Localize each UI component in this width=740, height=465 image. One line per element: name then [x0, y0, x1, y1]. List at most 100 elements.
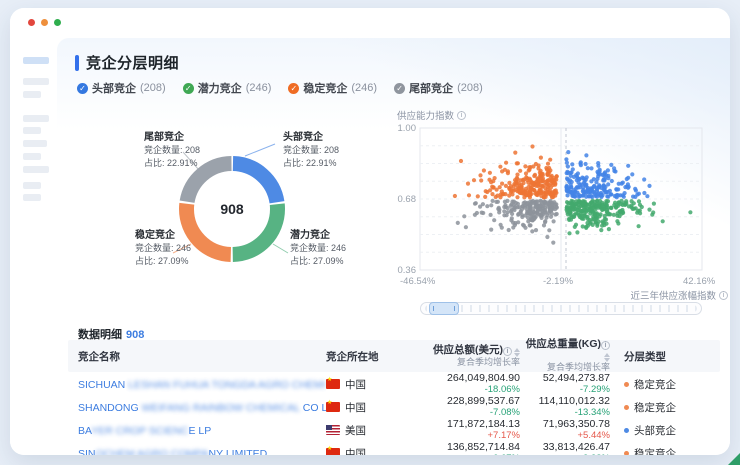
x-tick-min: -46.54%: [400, 276, 435, 287]
tier-dot-icon: [624, 382, 629, 387]
supply-scatter-chart[interactable]: 供应能力指数i 1.00 0.68 0.36 -46.54% -2.19% 42…: [395, 108, 730, 322]
sidebar-item[interactable]: [23, 127, 41, 134]
company-link[interactable]: SHANDONG WEIFANG RAINBOW CHEMICAL CO LTD: [78, 402, 326, 414]
check-circle-icon: ✓: [288, 83, 299, 94]
legend-item-2[interactable]: ✓潜力竞企(246): [183, 80, 272, 96]
company-location: 中国: [326, 375, 416, 393]
scatter-series-稳定竞企: [453, 144, 559, 199]
svg-text:竞企数量: 208: 竞企数量: 208: [283, 144, 339, 155]
sidebar-item[interactable]: [23, 166, 49, 173]
svg-text:竞企数量: 246: 竞企数量: 246: [135, 242, 191, 253]
country-flag-icon: [326, 448, 340, 456]
title-accent-bar: [75, 55, 79, 71]
donut-label-尾部竞企: 尾部竞企竞企数量: 208占比: 22.91%: [144, 130, 200, 168]
redacted-name-segment: YER CROP SCIENC: [91, 425, 188, 437]
donut-label-稳定竞企: 稳定竞企竞企数量: 246 占比: 27.09%: [135, 228, 191, 266]
legend-item-1[interactable]: ✓ 头部竞企 (208): [77, 80, 166, 96]
slider-selected-range[interactable]: [429, 302, 459, 315]
detail-table: 竞企名称 竞企所在地 供应总额(美元)i 复合季均增长率 供应总重量(KG)i …: [68, 340, 720, 455]
table-row: SICHUAN LESHAN FUHUA TONGDA AGRO CHEMIOG…: [68, 372, 720, 395]
tier-legend: ✓头部竞企(208)✓潜力竞企(246)✓稳定竞企(246)✓尾部竞企(208): [77, 80, 483, 96]
svg-text:占比: 27.09%: 占比: 27.09%: [135, 255, 189, 266]
sidebar-item-active[interactable]: [23, 57, 49, 64]
legend-label: 头部竞企: [92, 80, 136, 96]
svg-text:占比: 22.91%: 占比: 22.91%: [283, 157, 337, 168]
maximize-window-button[interactable]: [54, 19, 61, 26]
supply-amount-cell: 171,872,184.13+7.17%: [416, 419, 520, 440]
x-tick-max: 42.16%: [683, 276, 715, 287]
company-location: 中国: [326, 398, 416, 416]
sidebar-item[interactable]: [23, 182, 41, 189]
scatter-x-axis-title: 近三年供应涨幅指数i: [630, 288, 728, 302]
donut-label-潜力竞企: 潜力竞企竞企数量: 246占比: 27.09%: [290, 228, 346, 266]
country-flag-icon: [326, 402, 340, 412]
tier-dot-icon: [624, 405, 629, 410]
tier-type-cell: 稳定竞企: [610, 444, 720, 456]
col-header-tier-type: 分层类型: [610, 349, 720, 364]
supply-weight-cell: 52,494,273.87-7.29%: [520, 373, 610, 394]
info-icon[interactable]: i: [601, 341, 610, 350]
supply-amount-cell: 228,899,537.67-7.08%: [416, 396, 520, 417]
table-row: SINOCHEM AGRO COMPANY LIMITED 中国136,852,7…: [68, 441, 720, 455]
legend-item-3[interactable]: ✓稳定竞企(246): [288, 80, 377, 96]
info-icon[interactable]: i: [457, 111, 466, 120]
info-icon[interactable]: i: [719, 291, 728, 300]
tier-donut-chart[interactable]: 908头部竞企竞企数量: 208占比: 22.91%潜力竞企竞企数量: 246占…: [105, 120, 395, 290]
legend-count: (246): [351, 82, 377, 94]
tier-dot-icon: [624, 428, 629, 433]
sidebar-item[interactable]: [23, 153, 41, 160]
col-header-supply-amount: 供应总额(美元)i 复合季均增长率: [416, 345, 520, 368]
svg-text:占比: 22.91%: 占比: 22.91%: [144, 157, 198, 168]
svg-text:潜力竞企: 潜力竞企: [290, 228, 331, 241]
close-window-button[interactable]: [28, 19, 35, 26]
legend-label: 尾部竞企: [409, 80, 453, 96]
svg-text:稳定竞企: 稳定竞企: [135, 228, 176, 241]
legend-label: 潜力竞企: [198, 80, 242, 96]
y-tick-min: 0.36: [395, 265, 416, 276]
company-link[interactable]: SINOCHEM AGRO COMPANY LIMITED: [78, 448, 267, 456]
info-icon[interactable]: i: [503, 347, 512, 356]
supply-weight-cell: 33,813,426.47-2.38%: [520, 442, 610, 455]
tier-type-cell: 稳定竞企: [610, 398, 720, 416]
sidebar-item[interactable]: [23, 115, 49, 122]
legend-item-4[interactable]: ✓尾部竞企(208): [394, 80, 483, 96]
check-circle-icon: ✓: [183, 83, 194, 94]
company-link[interactable]: BAYER CROP SCIENCE LP: [78, 425, 211, 437]
table-body: SICHUAN LESHAN FUHUA TONGDA AGRO CHEMIOG…: [68, 372, 720, 455]
donut-total: 908: [220, 201, 244, 217]
sidebar-item[interactable]: [23, 140, 47, 147]
country-flag-icon: [326, 425, 340, 435]
scatter-series-尾部竞企: [456, 199, 559, 245]
section-header: 竞企分层明细: [75, 52, 179, 73]
scatter-series-头部竞企: [564, 150, 651, 199]
window-titlebar: [10, 8, 730, 38]
sidebar-nav-skeleton[interactable]: [10, 38, 57, 455]
sidebar-item[interactable]: [23, 194, 41, 201]
slider-waveform: [425, 305, 697, 312]
tier-type-cell: 稳定竞企: [610, 375, 720, 393]
traffic-lights: [28, 19, 61, 26]
table-header-row: 竞企名称 竞企所在地 供应总额(美元)i 复合季均增长率 供应总重量(KG)i …: [68, 340, 720, 372]
table-row: SHANDONG WEIFANG RAINBOW CHEMICAL CO LTD…: [68, 395, 720, 418]
supply-amount-cell: 136,852,714.84-6.67%: [416, 442, 520, 455]
corner-decoration: [728, 453, 740, 465]
data-zoom-slider[interactable]: [420, 302, 702, 315]
sidebar-item[interactable]: [23, 78, 49, 85]
redacted-name-segment: WEIFANG RAINBOW CHEMICAL: [142, 402, 300, 414]
supply-amount-cell: 264,049,804.90-18.06%: [416, 373, 520, 394]
supply-weight-cell: 114,110,012.32-13.34%: [520, 396, 610, 417]
company-location: 美国: [326, 421, 416, 439]
table-row: BAYER CROP SCIENCE LP 美国171,872,184.13+7.…: [68, 418, 720, 441]
sidebar-item[interactable]: [23, 91, 41, 98]
check-circle-icon: ✓: [77, 83, 88, 94]
x-tick-mid: -2.19%: [543, 276, 573, 287]
minimize-window-button[interactable]: [41, 19, 48, 26]
company-location: 中国: [326, 444, 416, 456]
col-header-location: 竞企所在地: [326, 349, 416, 364]
svg-text:占比: 27.09%: 占比: 27.09%: [290, 255, 344, 266]
company-link[interactable]: SICHUAN LESHAN FUHUA TONGDA AGRO CHEMIOG…: [78, 379, 326, 391]
redacted-name-segment: LESHAN FUHUA TONGDA AGRO CHEMI: [128, 379, 325, 391]
legend-count: (208): [140, 82, 166, 94]
legend-count: (208): [457, 82, 483, 94]
tier-type-cell: 头部竞企: [610, 421, 720, 439]
